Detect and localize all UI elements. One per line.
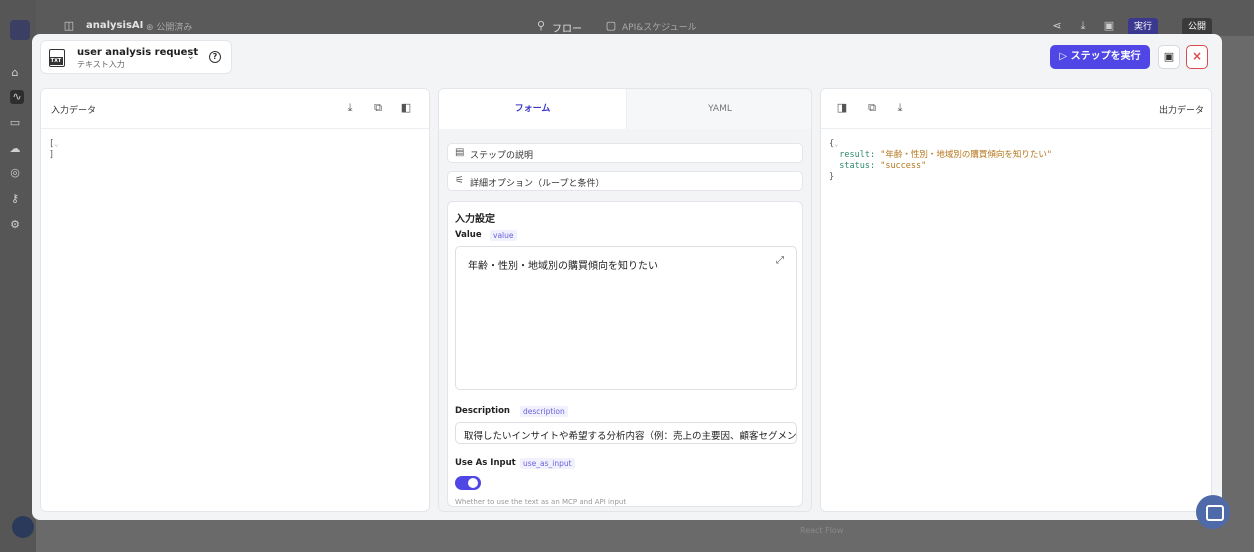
avatar	[12, 516, 34, 538]
app-logo	[10, 20, 30, 40]
use-as-input-key-badge: use_as_input	[520, 458, 575, 469]
save-icon: ▣	[1103, 19, 1115, 32]
save-icon: ▣	[1163, 50, 1175, 63]
use-as-input-help: Whether to use the text as an MCP and AP…	[455, 498, 627, 506]
form-panel: フォーム YAML ▤ ステップの説明 ⚟ 詳細オプション（ループと条件） 入力…	[438, 88, 812, 512]
monitor-icon: ▭	[9, 116, 21, 129]
download-icon[interactable]: ⤓	[893, 101, 907, 115]
copy-icon[interactable]: ⧉	[371, 101, 385, 115]
step-name: user analysis request	[77, 47, 199, 58]
description-label: Description	[455, 406, 510, 416]
use-as-input-label: Use As Input	[455, 458, 516, 468]
close-icon: ×	[1191, 49, 1203, 63]
description-input[interactable]: 取得したいインサイトや希望する分析内容（例：売上の主要因、顧客セグメン	[455, 422, 797, 444]
value-textarea[interactable]: 年齢・性別・地域別の購買傾向を知りたい ⤢	[455, 246, 797, 390]
output-panel-header: ◨ ⧉ ⤓ 出力データ	[821, 89, 1211, 129]
step-selector[interactable]: TXT user analysis request テキスト入力 ⌄ ?	[40, 40, 232, 74]
form-body: ▤ ステップの説明 ⚟ 詳細オプション（ループと条件） 入力設定 Value v…	[439, 129, 811, 511]
description-key-badge: description	[520, 406, 568, 417]
close-button[interactable]: ×	[1186, 45, 1208, 69]
document-icon: ▤	[455, 147, 465, 158]
step-type: テキスト入力	[77, 60, 125, 69]
save-button[interactable]: ▣	[1158, 45, 1180, 69]
value-key-badge: value	[490, 230, 517, 241]
calendar-icon: ▢	[605, 19, 617, 32]
download-icon[interactable]: ⤓	[343, 101, 357, 115]
expand-panel-icon[interactable]: ◨	[835, 101, 849, 115]
input-panel-title: 入力データ	[51, 106, 97, 116]
settings-icon: ⚙	[10, 218, 20, 231]
chat-support-button[interactable]	[1196, 495, 1230, 529]
output-json: {⌄ result: "年齢・性別・地域別の購買傾向を知りたい" status:…	[829, 139, 1052, 182]
publish-state: ⊕ 公開済み	[146, 23, 193, 33]
tab-form[interactable]: フォーム	[439, 89, 626, 129]
expand-icon[interactable]: ⤢	[776, 255, 784, 266]
description-text: 取得したいインサイトや希望する分析内容（例：売上の主要因、顧客セグメン	[464, 431, 797, 442]
api-tab: API&スケジュール	[622, 23, 697, 33]
output-panel-title: 出力データ	[1159, 106, 1205, 116]
value-label: Value	[455, 230, 482, 240]
help-icon[interactable]: ?	[209, 51, 221, 63]
collapse-panel-icon[interactable]: ◧	[399, 101, 413, 115]
advanced-options-toggle[interactable]: ⚟ 詳細オプション（ループと条件）	[447, 171, 803, 191]
fold-chevron-icon[interactable]: ⌄	[54, 140, 58, 148]
home-icon: ⌂	[11, 66, 19, 79]
app-title: analysisAI	[86, 20, 144, 31]
run-step-button[interactable]: ▷ ステップを実行	[1050, 45, 1150, 69]
download-icon: ⤓	[1080, 19, 1086, 32]
input-panel-header: 入力データ ⤓ ⧉ ◧	[41, 89, 429, 129]
use-as-input-toggle[interactable]	[455, 476, 481, 490]
input-settings-title: 入力設定	[455, 214, 495, 225]
background-sidebar	[0, 0, 36, 552]
step-editor-modal: TXT user analysis request テキスト入力 ⌄ ? ▷ ス…	[32, 34, 1222, 520]
cloud-icon: ☁	[9, 142, 21, 155]
input-data-panel: 入力データ ⤓ ⧉ ◧ [⌄ ]	[40, 88, 430, 512]
react-flow-attribution: React Flow	[800, 526, 844, 535]
key-icon: ⚷	[10, 192, 20, 205]
fold-chevron-icon[interactable]: ⌄	[834, 140, 838, 148]
text-file-icon: TXT	[49, 49, 65, 67]
sliders-icon: ⚟	[455, 175, 464, 186]
output-data-panel: ◨ ⧉ ⤓ 出力データ {⌄ result: "年齢・性別・地域別の購買傾向を知…	[820, 88, 1212, 512]
copy-icon[interactable]: ⧉	[865, 101, 879, 115]
value-text: 年齢・性別・地域別の購買傾向を知りたい	[468, 261, 658, 272]
input-json: [⌄ ]	[49, 139, 59, 160]
share-icon: ⋖	[1052, 19, 1062, 32]
flow-icon: ⚲	[536, 19, 546, 32]
flow-tab: フロー	[552, 24, 582, 35]
sidebar-toggle-icon: ◫	[63, 19, 75, 32]
activity-icon: ∿	[10, 90, 24, 104]
input-settings-card: 入力設定 Value value 年齢・性別・地域別の購買傾向を知りたい ⤢ D…	[447, 201, 803, 507]
tab-yaml[interactable]: YAML	[626, 89, 811, 129]
step-description-toggle[interactable]: ▤ ステップの説明	[447, 143, 803, 163]
database-icon: ◎	[10, 166, 20, 179]
chevron-down-icon[interactable]: ⌄	[187, 52, 195, 62]
